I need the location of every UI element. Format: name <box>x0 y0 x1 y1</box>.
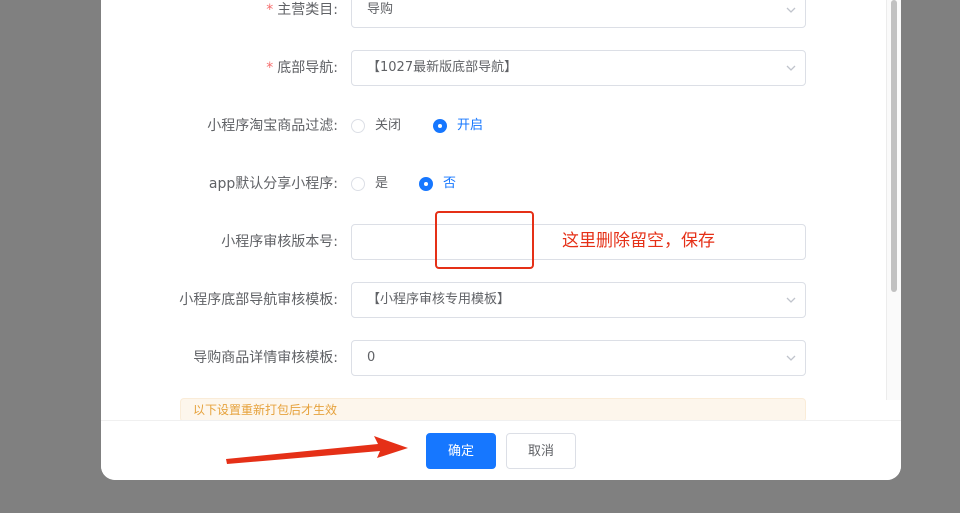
form-row-review-detail-template: 导购商品详情审核模板: 0 <box>101 340 886 376</box>
main-category-label: * 主营类目: <box>266 2 338 18</box>
review-version-label: 小程序审核版本号: <box>221 234 338 250</box>
review-detail-template-select[interactable]: 0 <box>351 340 806 376</box>
annotation-arrow-icon <box>226 436 408 464</box>
radio-circle <box>351 177 365 191</box>
rebuild-notice: 以下设置重新打包后才生效 <box>180 398 806 422</box>
form-row-taobao-filter: 小程序淘宝商品过滤: 关闭 开启 <box>101 108 886 144</box>
review-nav-template-value: 【小程序审核专用模板】 <box>367 292 511 307</box>
form-row-main-category: * 主营类目: 导购 <box>101 0 886 28</box>
radio-label: 否 <box>443 176 457 191</box>
bottom-nav-select[interactable]: 【1027最新版底部导航】 <box>351 50 806 86</box>
review-nav-template-label: 小程序底部导航审核模板: <box>179 292 338 308</box>
form-row-review-nav-template: 小程序底部导航审核模板: 【小程序审核专用模板】 <box>101 282 886 318</box>
bottom-nav-label: * 底部导航: <box>266 60 338 76</box>
rebuild-notice-text: 以下设置重新打包后才生效 <box>193 403 338 417</box>
form-row-app-share: app默认分享小程序: 是 否 <box>101 166 886 202</box>
radio-label: 是 <box>375 176 389 191</box>
app-share-label: app默认分享小程序: <box>208 176 338 192</box>
taobao-filter-label: 小程序淘宝商品过滤: <box>207 118 338 134</box>
review-detail-template-label: 导购商品详情审核模板: <box>193 350 338 366</box>
review-detail-template-value: 0 <box>367 350 376 365</box>
bottom-nav-value: 【1027最新版底部导航】 <box>367 60 518 75</box>
required-asterisk: * <box>266 2 274 18</box>
chevron-down-icon <box>786 355 796 361</box>
chevron-down-icon <box>786 65 796 71</box>
review-nav-template-select[interactable]: 【小程序审核专用模板】 <box>351 282 806 318</box>
annotation-highlight-box <box>435 211 534 269</box>
radio-circle-checked <box>433 119 447 133</box>
required-asterisk: * <box>266 60 274 76</box>
scrollbar-thumb[interactable] <box>891 0 897 292</box>
radio-circle <box>351 119 365 133</box>
annotation-text: 这里删除留空，保存 <box>562 231 715 251</box>
main-category-select[interactable]: 导购 <box>351 0 806 28</box>
radio-label: 关闭 <box>375 118 402 133</box>
confirm-button[interactable]: 确定 <box>426 433 496 469</box>
scrollbar[interactable] <box>886 0 901 400</box>
main-category-value: 导购 <box>367 2 394 17</box>
chevron-down-icon <box>786 297 796 303</box>
radio-label: 开启 <box>457 118 484 133</box>
cancel-button[interactable]: 取消 <box>506 433 576 469</box>
chevron-down-icon <box>786 7 796 13</box>
radio-circle-checked <box>419 177 433 191</box>
form-row-bottom-nav: * 底部导航: 【1027最新版底部导航】 <box>101 50 886 86</box>
